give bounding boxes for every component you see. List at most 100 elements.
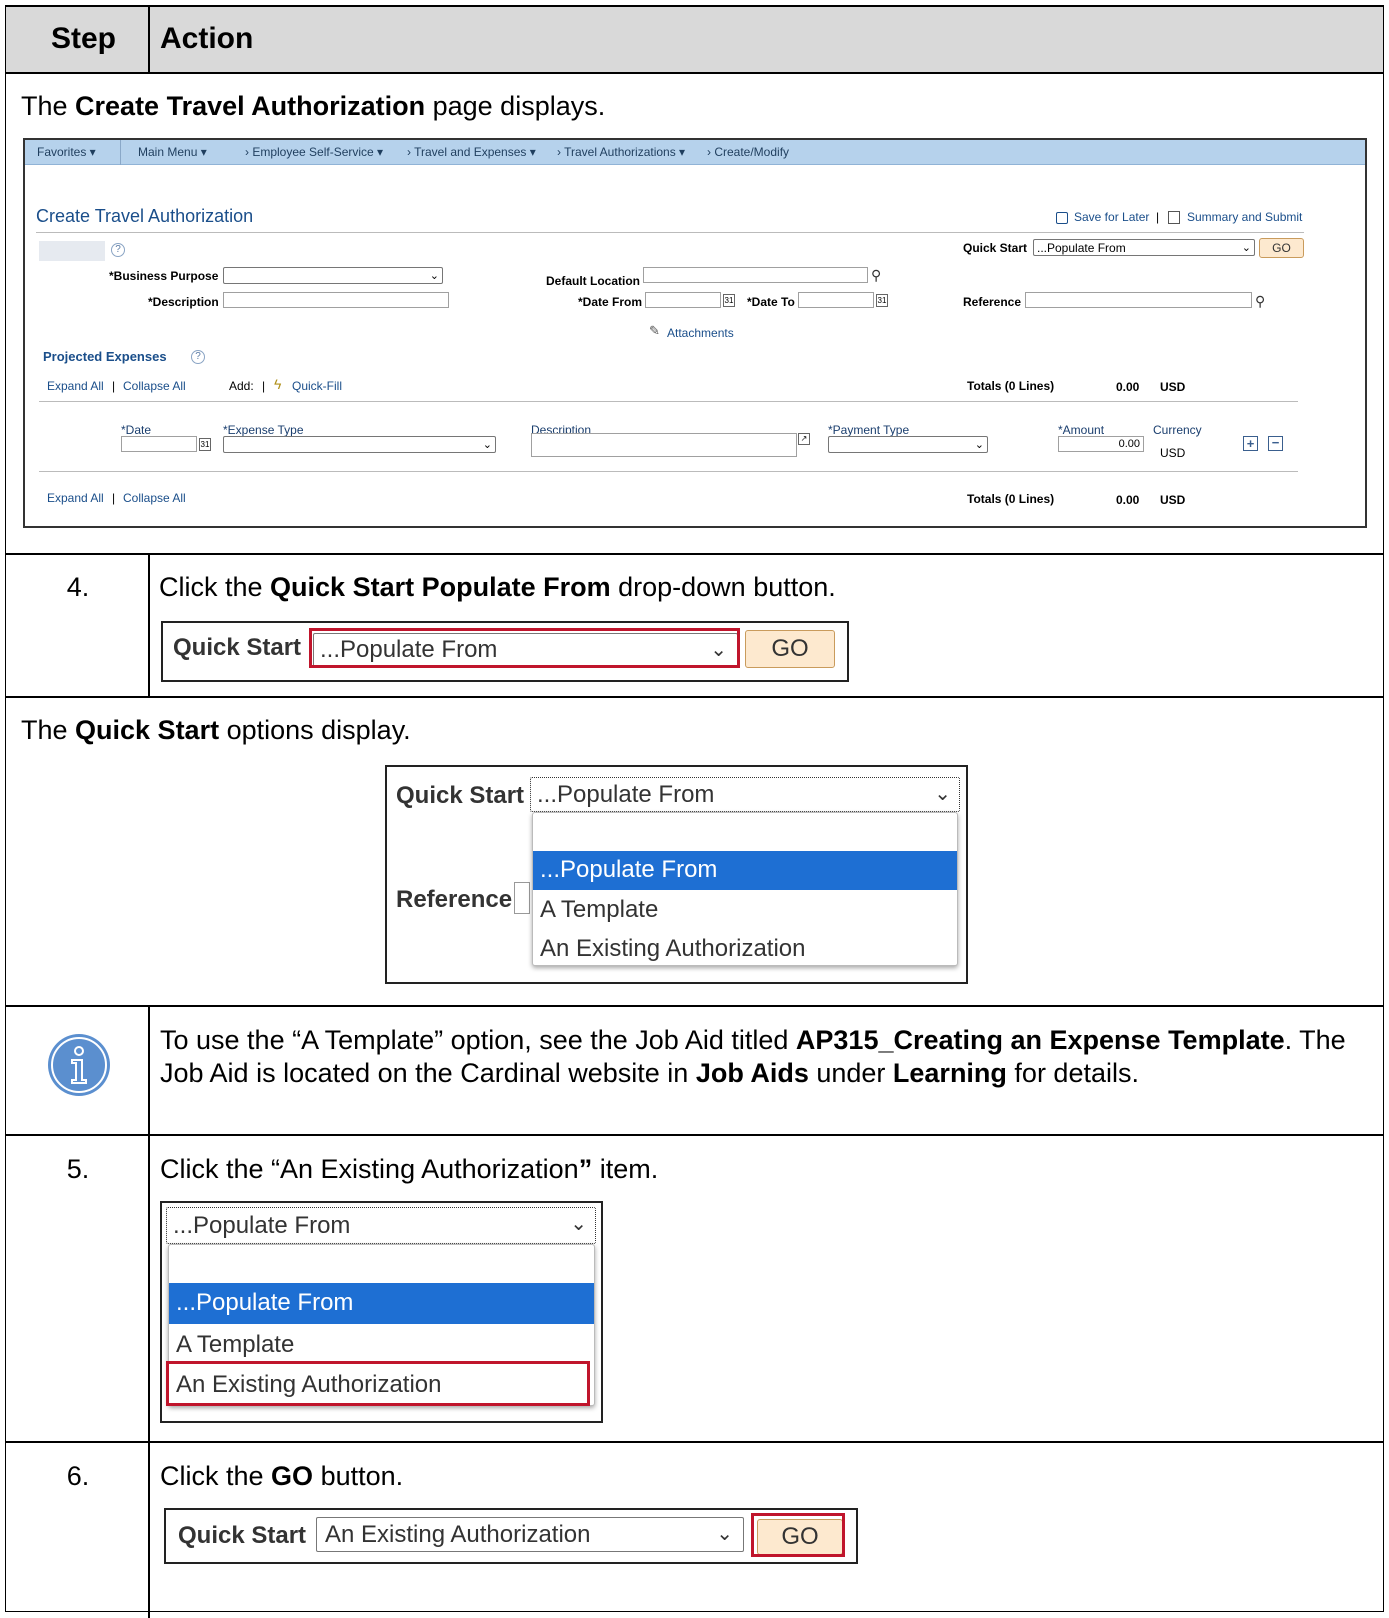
quick-start-select[interactable]: ...Populate From ⌄ [166, 1207, 596, 1244]
section-options-display: The Quick Start options display. Quick S… [6, 698, 1383, 1007]
business-purpose-select[interactable]: ⌄ [223, 267, 443, 284]
summary-submit-link[interactable]: Summary and Submit [1187, 210, 1302, 224]
step-4-text: Click the Quick Start Populate From drop… [159, 572, 836, 602]
description-field[interactable] [223, 292, 449, 308]
col-amount-header: *Amount [1058, 423, 1105, 437]
info-cell [6, 1007, 150, 1134]
totals-value-bottom: 0.00 [1116, 493, 1140, 507]
attachment-icon: ✎ [649, 323, 660, 338]
default-location-field[interactable] [643, 267, 868, 283]
favorites-menu[interactable]: Favorites ▾ [37, 145, 96, 159]
reference-label: Reference [396, 886, 513, 913]
step-5-text: Click the “An Existing Authorization” it… [160, 1154, 659, 1184]
options-display-text: The Quick Start options display. [21, 715, 411, 745]
quick-start-crop-3: ...Populate From ⌄ ...Populate From A Te… [160, 1201, 603, 1423]
table-header: Step Action [6, 7, 1383, 74]
quick-start-label: Quick Start [963, 241, 1028, 255]
row-description-field[interactable] [531, 433, 797, 457]
user-placeholder [39, 241, 105, 261]
totals-value: 0.00 [1116, 380, 1140, 394]
row-date-field[interactable] [121, 436, 197, 452]
chevron-down-icon: ⌄ [482, 439, 492, 451]
chevron-down-icon: ⌄ [1241, 242, 1251, 254]
header-action: Action [160, 22, 254, 55]
description-label: *Description [148, 295, 219, 309]
highlight-box [751, 1513, 845, 1557]
option-populate-from[interactable]: ...Populate From [169, 1283, 594, 1324]
totals-currency-bottom: USD [1160, 493, 1186, 507]
expand-all-link[interactable]: Expand All [47, 379, 104, 393]
procedure-table: Step Action The Create Travel Authorizat… [5, 5, 1384, 1618]
lookup-icon[interactable]: ⚲ [871, 267, 881, 284]
quick-start-select[interactable]: ...Populate From ⌄ [1033, 239, 1255, 256]
header-step: Step [51, 22, 117, 55]
page-title: Create Travel Authorization [36, 206, 254, 226]
step-4-row: 4. Click the Quick Start Populate From d… [6, 555, 1383, 698]
totals-label-bottom: Totals (0 Lines) [967, 492, 1055, 506]
date-from-field[interactable] [645, 292, 721, 308]
quick-start-crop-1: Quick Start ...Populate From ⌄ GO [161, 621, 849, 682]
highlight-box [166, 1361, 590, 1406]
expand-text-icon[interactable]: ↗ [798, 433, 810, 445]
quick-start-crop-2: Quick Start ...Populate From ⌄ Reference… [385, 765, 968, 984]
option-a-template[interactable]: A Template [533, 891, 957, 929]
row-amount-field[interactable]: 0.00 [1058, 436, 1144, 452]
save-for-later-link[interactable]: Save for Later [1074, 210, 1149, 224]
step-number: 5. [66, 1154, 90, 1184]
expand-all-link-bottom[interactable]: Expand All [47, 491, 104, 505]
option-blank[interactable] [169, 1245, 594, 1283]
chevron-down-icon: ⌄ [716, 1523, 733, 1545]
calendar-icon[interactable]: 31 [876, 294, 888, 307]
quick-fill-link[interactable]: Quick-Fill [292, 379, 342, 393]
grid-top-divider [39, 401, 1298, 402]
section-page-displays: The Create Travel Authorization page dis… [6, 74, 1383, 555]
travel-authorization-screenshot: Favorites ▾ Main Menu ▾ › Employee Self-… [23, 138, 1367, 528]
option-populate-from[interactable]: ...Populate From [533, 851, 957, 890]
help-icon[interactable]: ? [111, 243, 125, 257]
title-divider [36, 232, 1304, 233]
quick-start-select[interactable]: An Existing Authorization ⌄ [316, 1517, 744, 1552]
business-purpose-label: *Business Purpose [109, 269, 219, 283]
step-6-text: Click the GO button. [160, 1461, 404, 1491]
quick-start-label: Quick Start [396, 782, 525, 809]
calendar-icon[interactable]: 31 [723, 294, 735, 307]
breadcrumb-travel-expenses[interactable]: › Travel and Expenses ▾ [407, 145, 536, 159]
delete-row-icon[interactable]: − [1268, 436, 1283, 451]
calendar-icon[interactable]: 31 [199, 438, 211, 451]
chevron-down-icon: ⌄ [974, 439, 984, 451]
lookup-icon[interactable]: ⚲ [1255, 293, 1265, 310]
main-menu[interactable]: Main Menu ▾ [138, 145, 207, 159]
projected-expenses-heading: Projected Expenses [43, 349, 167, 364]
reference-field[interactable] [514, 882, 530, 914]
highlight-box [309, 628, 740, 668]
info-icon [48, 1034, 110, 1096]
reference-field[interactable] [1025, 292, 1252, 308]
totals-label: Totals (0 Lines) [967, 379, 1055, 393]
quick-start-select[interactable]: ...Populate From ⌄ [530, 777, 960, 812]
breadcrumb-travel-authorizations[interactable]: › Travel Authorizations ▾ [557, 145, 685, 159]
collapse-all-link-bottom[interactable]: Collapse All [123, 491, 186, 505]
go-button[interactable]: GO [745, 630, 835, 668]
add-label: Add: [229, 379, 254, 393]
option-existing-authorization[interactable]: An Existing Authorization [533, 930, 957, 968]
col-expense-type-header: *Expense Type [223, 423, 304, 437]
row-payment-type-select[interactable]: ⌄ [828, 436, 988, 453]
date-to-field[interactable] [798, 292, 874, 308]
step-5-row: 5. Click the “An Existing Authorization”… [6, 1136, 1383, 1443]
help-icon[interactable]: ? [191, 350, 205, 364]
chevron-down-icon: ⌄ [570, 1213, 587, 1235]
default-location-label: Default Location [546, 274, 641, 288]
row-expense-type-select[interactable]: ⌄ [223, 436, 496, 453]
breadcrumb-create-modify[interactable]: › Create/Modify [707, 145, 789, 159]
collapse-all-link[interactable]: Collapse All [123, 379, 186, 393]
summary-icon [1168, 211, 1180, 224]
chevron-down-icon: ⌄ [934, 783, 951, 805]
chevron-down-icon: ⌄ [429, 270, 439, 282]
option-blank[interactable] [533, 813, 957, 851]
add-row-icon[interactable]: + [1243, 436, 1258, 451]
attachments-link[interactable]: Attachments [667, 326, 734, 340]
option-a-template[interactable]: A Template [169, 1325, 594, 1364]
breadcrumb-ess[interactable]: › Employee Self-Service ▾ [245, 145, 383, 159]
go-button[interactable]: GO [1259, 238, 1304, 258]
step-number: 6. [66, 1461, 90, 1491]
